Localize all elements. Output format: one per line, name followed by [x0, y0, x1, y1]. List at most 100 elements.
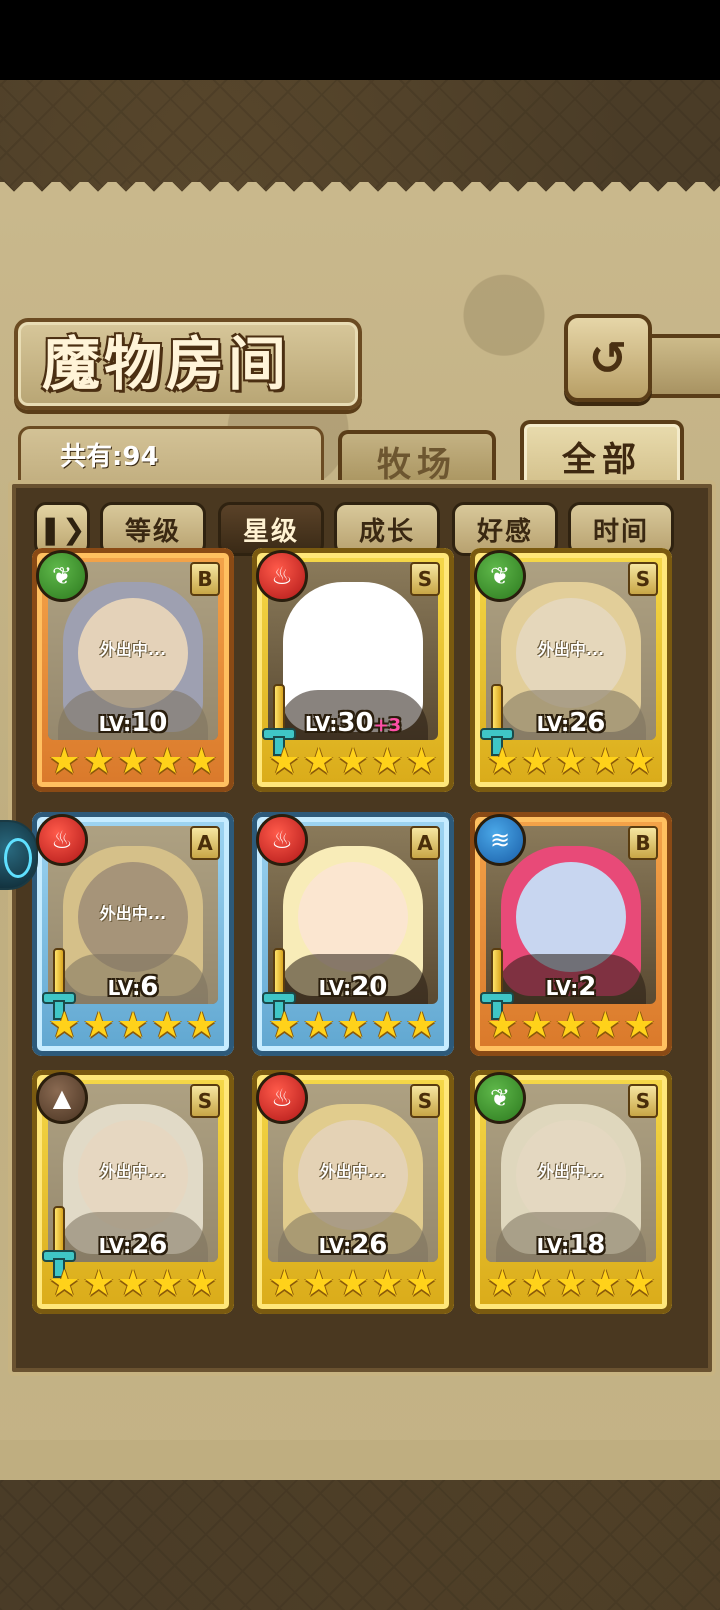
nature-element-icon: ❦: [36, 550, 88, 602]
star-icon: ★: [336, 1263, 370, 1304]
rank-badge: B: [190, 562, 220, 596]
back-arrow-icon: ↺: [588, 331, 628, 385]
star-icon: ★: [116, 1005, 150, 1046]
level-label: LV:26: [318, 1230, 388, 1260]
star-icon: ★: [151, 1005, 184, 1046]
star-rating: ★ ★ ★ ★ ★: [266, 742, 440, 782]
away-status-label: 外出中...: [99, 640, 167, 659]
back-button[interactable]: ↺: [564, 314, 652, 402]
back-rail: [646, 334, 720, 398]
star-rating: ★ ★ ★ ★ ★: [266, 1006, 440, 1046]
bottom-paper-strip: [0, 1440, 720, 1480]
star-icon: ★: [486, 1005, 519, 1046]
title-plate: 魔物房间: [14, 318, 362, 410]
star-icon: ★: [185, 1005, 218, 1046]
away-status-label: 外出中...: [99, 904, 167, 923]
star-icon: ★: [405, 1005, 438, 1046]
star-icon: ★: [302, 741, 335, 782]
star-icon: ★: [589, 1005, 622, 1046]
level-label: LV:26: [536, 708, 606, 738]
rank-badge: A: [410, 826, 440, 860]
water-element-icon: ≋: [474, 814, 526, 866]
star-icon: ★: [589, 741, 622, 782]
monster-card[interactable]: ≋ B LV:2 ★ ★ ★ ★ ★: [470, 812, 672, 1056]
star-icon: ★: [151, 741, 184, 782]
star-rating: ★ ★ ★ ★ ★: [266, 1264, 440, 1304]
star-icon: ★: [151, 1263, 184, 1304]
earth-element-icon: ▲: [36, 1072, 88, 1124]
page-title: 魔物房间: [42, 330, 291, 398]
monster-card[interactable]: 外出中... ❦ S LV:26 ★ ★ ★ ★ ★: [470, 548, 672, 792]
star-icon: ★: [520, 1005, 553, 1046]
away-status-label: 外出中...: [99, 1162, 167, 1181]
away-status-label: 外出中...: [319, 1162, 387, 1181]
fire-element-icon: ♨: [36, 814, 88, 866]
star-icon: ★: [48, 1263, 81, 1304]
monster-card[interactable]: 外出中... ❦ B LV:10 ★ ★ ★ ★ ★: [32, 548, 234, 792]
star-icon: ★: [371, 1005, 404, 1046]
monster-card[interactable]: 外出中... ▲ S LV:26 ★ ★ ★ ★ ★: [32, 1070, 234, 1314]
level-label: LV:30+3: [304, 708, 402, 738]
star-icon: ★: [371, 1263, 404, 1304]
star-icon: ★: [268, 741, 301, 782]
monster-card[interactable]: 外出中... ❦ S LV:18 ★ ★ ★ ★ ★: [470, 1070, 672, 1314]
rank-badge: S: [410, 1084, 440, 1118]
star-icon: ★: [185, 1263, 218, 1304]
rank-badge: B: [628, 826, 658, 860]
star-icon: ★: [48, 741, 81, 782]
star-rating: ★ ★ ★ ★ ★: [484, 742, 658, 782]
monster-card[interactable]: ♨ S LV:30+3 ★ ★ ★ ★ ★: [252, 548, 454, 792]
star-icon: ★: [486, 1263, 519, 1304]
star-icon: ★: [82, 1263, 115, 1304]
star-icon: ★: [185, 741, 218, 782]
rank-badge: S: [628, 562, 658, 596]
pause-sort-icon: ❚❯: [38, 512, 86, 546]
level-label: LV:10: [98, 708, 168, 738]
star-rating: ★ ★ ★ ★ ★: [46, 1264, 220, 1304]
star-icon: ★: [336, 1005, 370, 1046]
star-icon: ★: [82, 741, 115, 782]
nature-element-icon: ❦: [474, 1072, 526, 1124]
level-label: LV:2: [545, 972, 597, 1002]
level-label: LV:26: [98, 1230, 168, 1260]
monster-card[interactable]: 外出中... ♨ A LV:6 ★ ★ ★ ★ ★: [32, 812, 234, 1056]
star-icon: ★: [405, 1263, 438, 1304]
star-icon: ★: [589, 1263, 622, 1304]
monster-card[interactable]: 外出中... ♨ S LV:26 ★ ★ ★ ★ ★: [252, 1070, 454, 1314]
star-icon: ★: [520, 741, 553, 782]
star-icon: ★: [268, 1005, 301, 1046]
away-status-label: 外出中...: [537, 1162, 605, 1181]
star-icon: ★: [623, 1263, 656, 1304]
star-icon: ★: [623, 741, 656, 782]
star-icon: ★: [336, 741, 370, 782]
star-icon: ★: [48, 1005, 81, 1046]
fire-element-icon: ♨: [256, 1072, 308, 1124]
level-label: LV:6: [107, 972, 159, 1002]
star-rating: ★ ★ ★ ★ ★: [46, 742, 220, 782]
monster-count: 共有:94: [60, 442, 159, 472]
level-label: LV:18: [536, 1230, 606, 1260]
rank-badge: S: [410, 562, 440, 596]
away-status-label: 外出中...: [537, 640, 605, 659]
star-rating: ★ ★ ★ ★ ★: [46, 1006, 220, 1046]
star-icon: ★: [554, 1005, 588, 1046]
rank-badge: S: [190, 1084, 220, 1118]
monster-card[interactable]: ♨ A LV:20 ★ ★ ★ ★ ★: [252, 812, 454, 1056]
star-icon: ★: [554, 741, 588, 782]
level-label: LV:20: [318, 972, 388, 1002]
star-rating: ★ ★ ★ ★ ★: [484, 1006, 658, 1046]
star-icon: ★: [554, 1263, 588, 1304]
star-icon: ★: [268, 1263, 301, 1304]
star-icon: ★: [116, 741, 150, 782]
star-icon: ★: [302, 1005, 335, 1046]
star-rating: ★ ★ ★ ★ ★: [484, 1264, 658, 1304]
star-icon: ★: [623, 1005, 656, 1046]
star-icon: ★: [486, 741, 519, 782]
nature-element-icon: ❦: [474, 550, 526, 602]
star-icon: ★: [302, 1263, 335, 1304]
star-icon: ★: [405, 741, 438, 782]
fire-element-icon: ♨: [256, 550, 308, 602]
fire-element-icon: ♨: [256, 814, 308, 866]
tab-all[interactable]: 全部: [520, 420, 684, 488]
star-icon: ★: [82, 1005, 115, 1046]
